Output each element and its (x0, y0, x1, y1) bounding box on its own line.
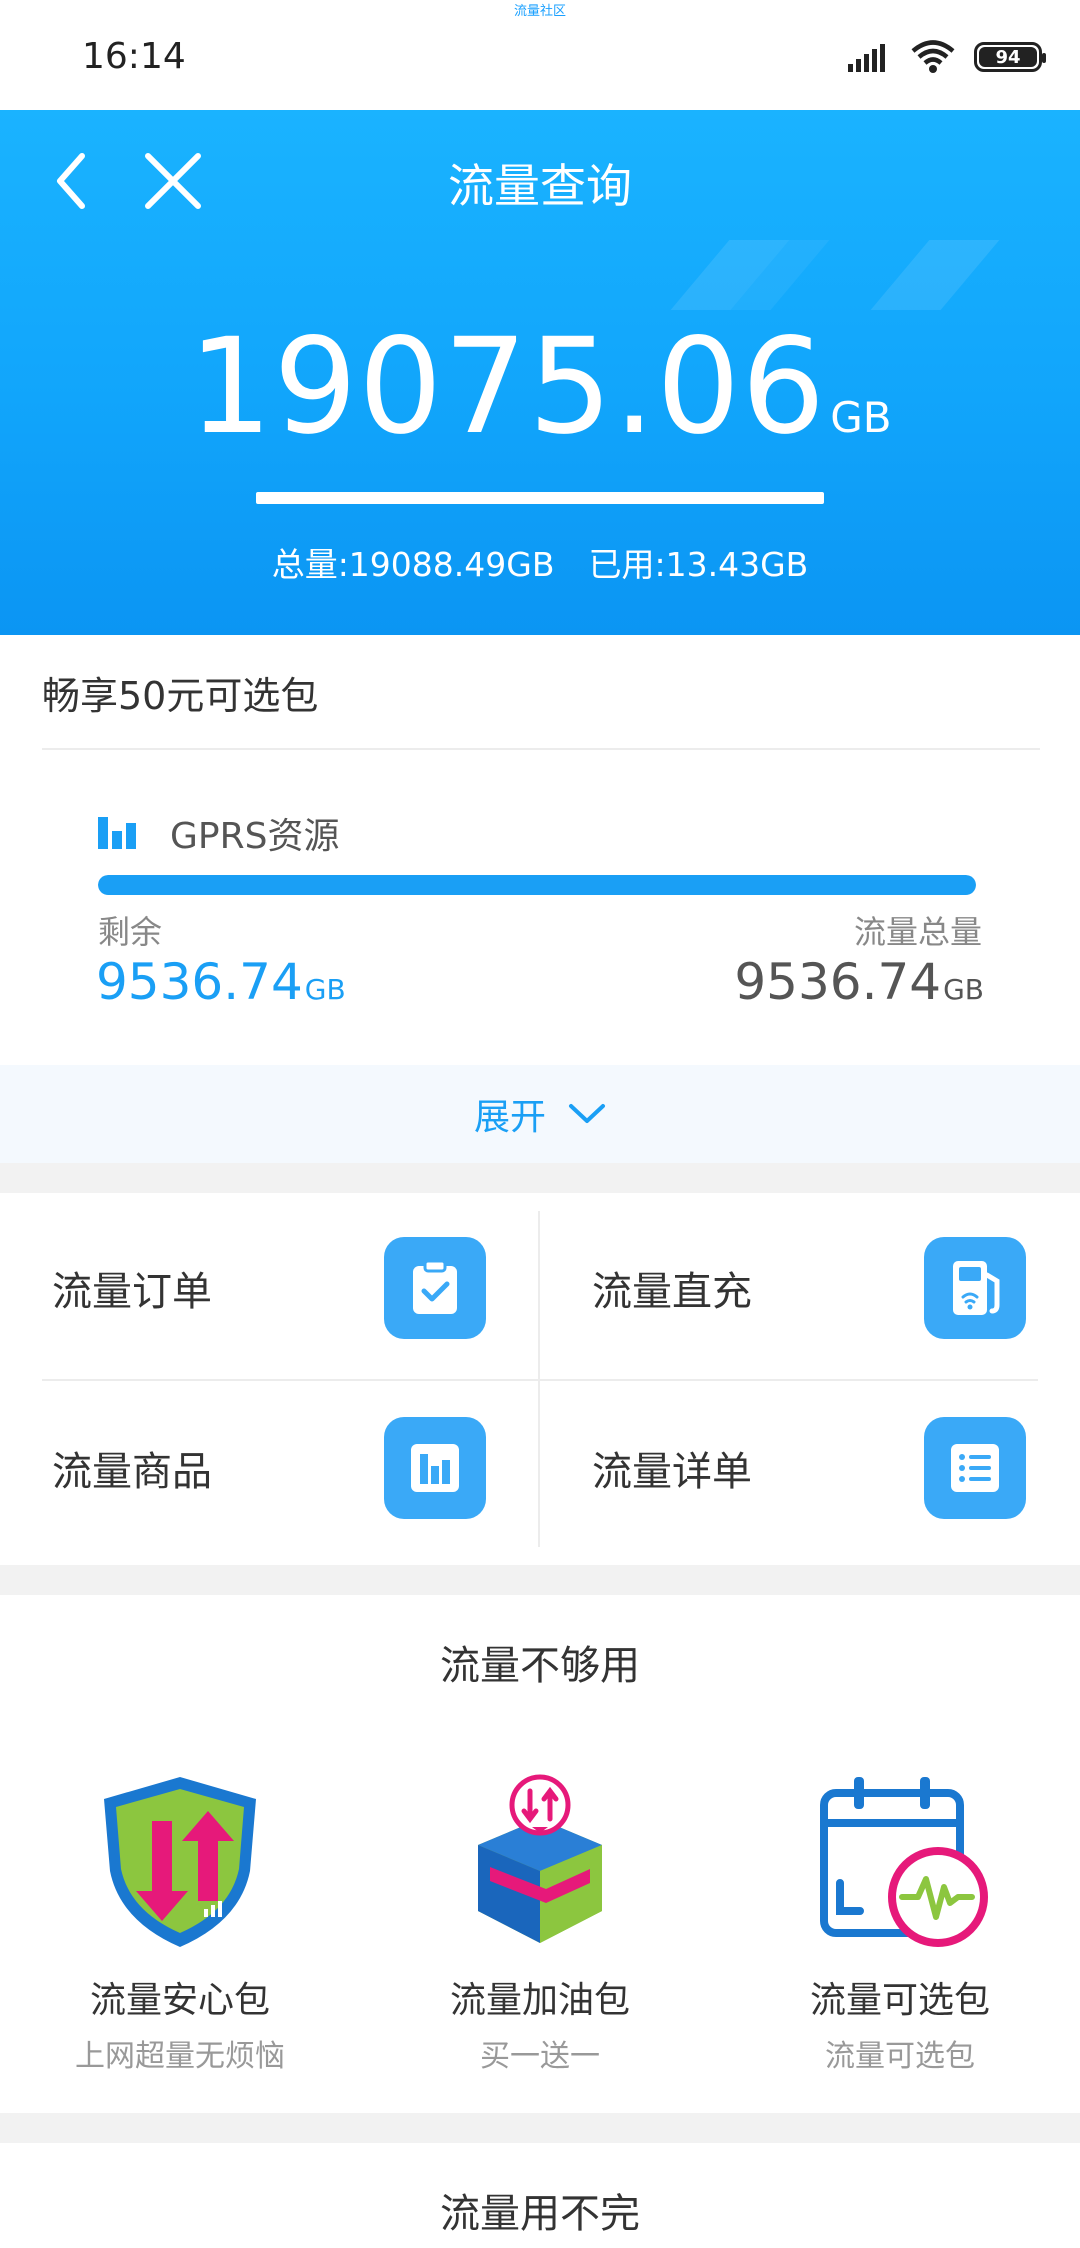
box-package-icon (478, 1774, 602, 1943)
shield-arrows-icon (104, 1777, 256, 1947)
remaining-amount-unit: GB (830, 393, 892, 442)
status-icons: 94 (848, 40, 1046, 74)
section-title: 流量用不完 (440, 2191, 640, 2237)
resource-progress-bar (98, 875, 976, 895)
menu-item-label: 流量详单 (592, 1449, 752, 1495)
menu-item-label: 流量直充 (592, 1269, 752, 1315)
package-desc: 上网超量无烦恼 (75, 2039, 285, 2074)
calendar-signal-icon (820, 1777, 988, 1947)
package-title: 畅享50元可选包 (42, 674, 319, 718)
chevron-down-icon (569, 1104, 605, 1123)
package-name: 流量可选包 (809, 1980, 990, 2021)
remaining-value-number: 9536.74 (96, 953, 303, 1011)
used-usage-text: 已用:13.43GB (588, 545, 809, 584)
package-name: 流量安心包 (89, 1980, 270, 2021)
package-card: 畅享50元可选包 GPRS资源 剩余 流量总量 9536.74GB 9536.7… (0, 635, 1080, 1163)
battery-level: 94 (995, 46, 1021, 68)
package-list: 流量安心包 上网超量无烦恼 流量加油包 买一送一 流量可选包 流量可选包 (0, 1771, 1080, 2075)
cell-signal-icon (848, 44, 885, 72)
package-desc: 买一送一 (480, 2039, 600, 2074)
remaining-amount-value: 19075.06 (188, 310, 827, 464)
remaining-value-unit: GB (304, 973, 346, 1006)
expand-label: 展开 (473, 1097, 546, 1138)
resource-label: GPRS资源 (170, 816, 340, 857)
menu-item-flow-details[interactable]: 流量详单 (540, 1383, 1080, 1553)
divider (42, 748, 1040, 750)
status-top-text: 流量社区 (513, 4, 566, 19)
package-name: 流量加油包 (449, 1980, 630, 2021)
leftover-section: 流量用不完 (0, 2143, 1080, 2248)
usage-summary: 总量:19088.49GB 已用:13.43GB (0, 538, 1080, 586)
expand-button[interactable]: 展开 (0, 1065, 1080, 1163)
package-item-peace[interactable]: 流量安心包 上网超量无烦恼 (0, 1771, 360, 2075)
remaining-value: 9536.74GB (96, 953, 346, 1011)
menu-item-flow-recharge[interactable]: 流量直充 (540, 1203, 1080, 1373)
bar-chart-icon (98, 817, 136, 849)
total-value-unit: GB (943, 973, 984, 1006)
status-time: 16:14 (82, 36, 186, 77)
page: 流量社区 16:14 94 流量查询 19075.06GB 总量:19088.4… (0, 0, 1080, 2248)
remaining-amount: 19075.06GB (0, 310, 1080, 464)
menu-item-label: 流量订单 (52, 1269, 212, 1315)
resource-progress-fill (98, 875, 976, 895)
clipboard-check-icon (384, 1237, 486, 1339)
total-label: 流量总量 (853, 913, 982, 951)
menu-item-flow-orders[interactable]: 流量订单 (0, 1203, 540, 1373)
total-value-number: 9536.74 (734, 953, 942, 1011)
not-enough-section: 流量不够用 流量安心包 上网超量无烦恼 流量加油包 买一送一 流量可选包 流量可… (0, 1595, 1080, 2113)
total-usage-text: 总量:19088.49GB (271, 545, 555, 584)
bar-chart-icon (384, 1417, 486, 1519)
battery-icon: 94 (974, 42, 1046, 72)
status-bar: 流量社区 16:14 94 (0, 0, 1080, 110)
list-icon (924, 1417, 1026, 1519)
package-item-optional[interactable]: 流量可选包 流量可选包 (720, 1771, 1080, 2075)
section-title: 流量不够用 (440, 1643, 640, 1689)
total-value: 9536.74GB (734, 953, 984, 1011)
fuel-pump-icon (924, 1237, 1026, 1339)
remaining-label: 剩余 (98, 913, 163, 951)
package-desc: 流量可选包 (825, 2039, 975, 2074)
package-item-refuel[interactable]: 流量加油包 买一送一 (360, 1771, 720, 2075)
page-title: 流量查询 (448, 159, 632, 213)
function-grid: 流量订单 流量直充 流量商品 流量详单 (0, 1193, 1080, 1565)
menu-item-label: 流量商品 (52, 1449, 212, 1495)
menu-item-flow-products[interactable]: 流量商品 (0, 1383, 540, 1553)
wifi-icon (911, 40, 955, 73)
grid-divider-horizontal (42, 1379, 1038, 1381)
flow-header: 流量查询 19075.06GB 总量:19088.49GB 已用:13.43GB (0, 110, 1080, 635)
usage-line (256, 492, 824, 504)
resource-row: GPRS资源 (98, 807, 339, 859)
